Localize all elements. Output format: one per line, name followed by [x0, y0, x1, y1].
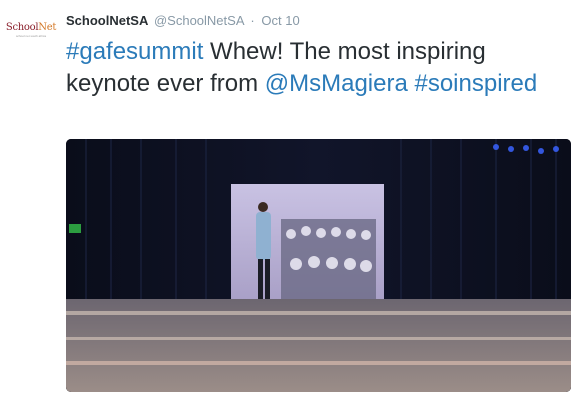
tweet-text: #gafesummit Whew! The most inspiring key…	[66, 36, 566, 100]
author-screenname[interactable]: @SchoolNetSA	[154, 13, 244, 28]
tweet-timestamp[interactable]: Oct 10	[261, 13, 299, 28]
author-fullname[interactable]: SchoolNetSA	[66, 13, 148, 28]
separator-dot: ·	[250, 13, 255, 28]
tweet: SchoolNet school net south africa School…	[0, 0, 585, 403]
stage-photo	[66, 139, 571, 392]
avatar[interactable]: SchoolNet school net south africa	[5, 22, 57, 58]
tweet-photo[interactable]	[66, 139, 571, 392]
tweet-header: SchoolNetSA @SchoolNetSA · Oct 10	[66, 13, 300, 29]
logo-tagline: school net south africa	[15, 34, 47, 38]
schoolnet-logo: SchoolNet	[5, 22, 57, 33]
mention-link[interactable]: @MsMagiera	[265, 70, 408, 97]
hashtag-link[interactable]: #gafesummit	[66, 38, 203, 65]
hashtag-link[interactable]: #soinspired	[414, 70, 537, 97]
